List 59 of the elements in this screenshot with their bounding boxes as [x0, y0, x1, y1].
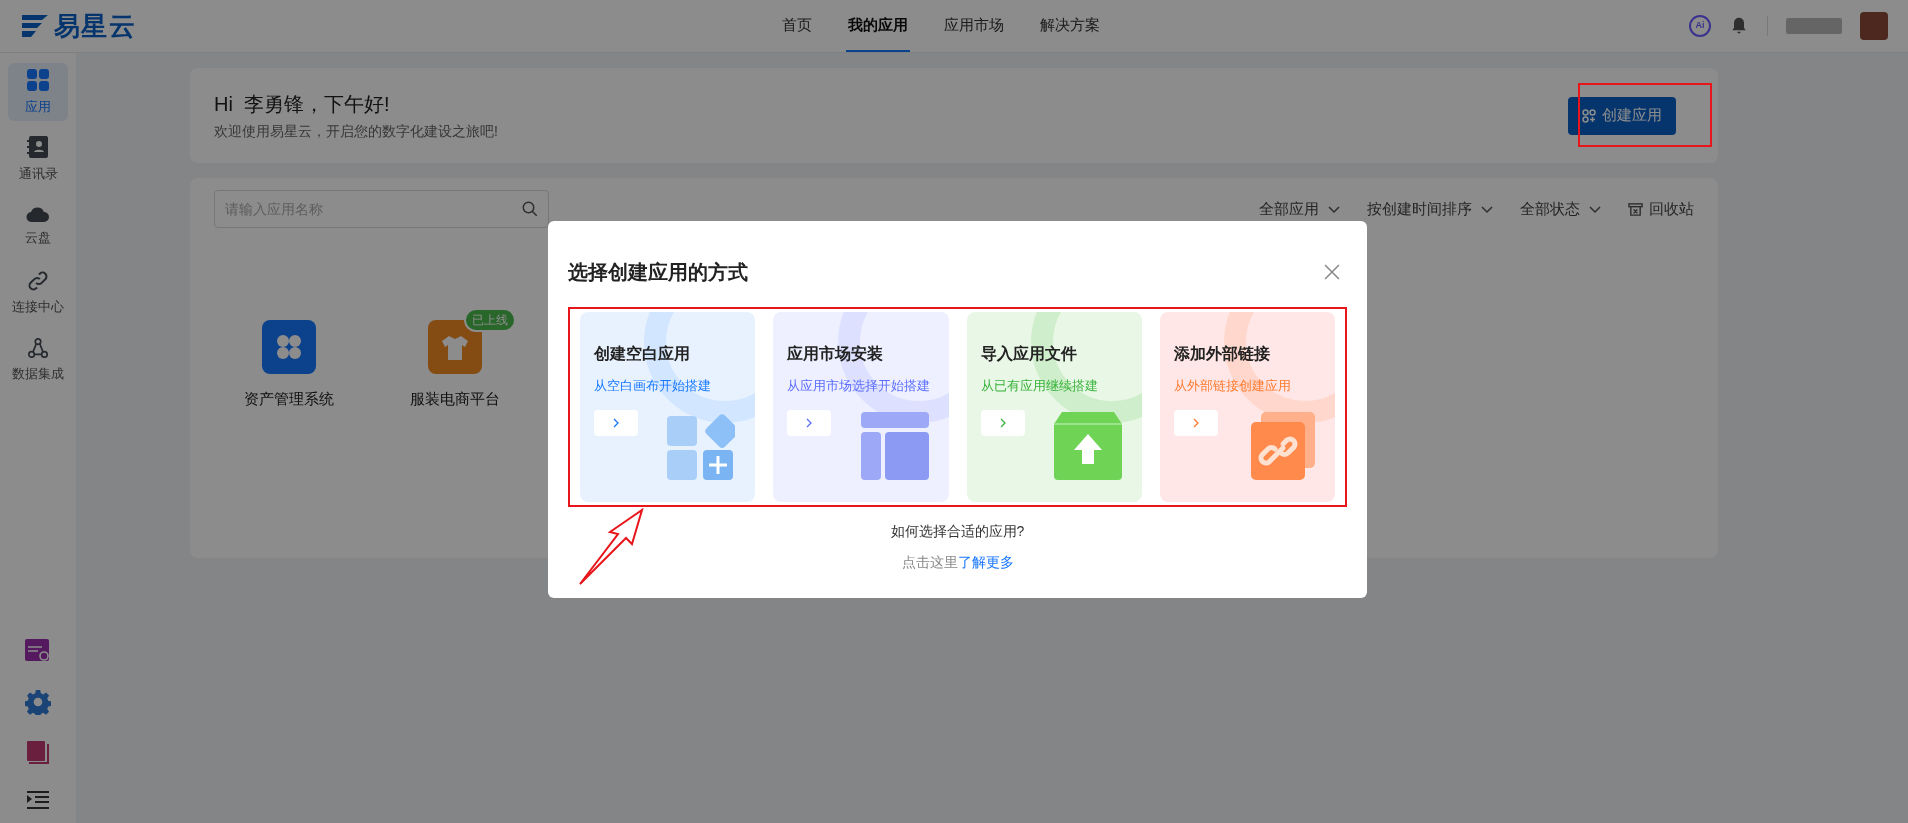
filter-dropdown[interactable]: 全部状态: [1520, 197, 1602, 221]
grid-icon: [26, 67, 50, 92]
redacted-name: [1786, 18, 1842, 34]
nodes-icon: [27, 336, 49, 359]
recycle-bin-button[interactable]: 回收站: [1628, 197, 1694, 221]
ai-button[interactable]: Ai: [1689, 15, 1711, 37]
layout-icon: [860, 411, 929, 480]
option-card[interactable]: 创建空白应用 从空白画布开始搭建: [580, 312, 756, 502]
nav-tab[interactable]: 解决方案: [1038, 0, 1102, 52]
upload-box-icon: [1053, 411, 1122, 480]
option-title: 导入应用文件: [980, 344, 1078, 364]
sidebar-item[interactable]: 数据集成: [8, 331, 68, 389]
app-name: 服装电商平台: [410, 389, 500, 409]
welcome-text: 欢迎使用易星云，开启您的数字化建设之旅吧!: [214, 122, 498, 141]
chevron-right-icon: [611, 416, 621, 429]
book-icon[interactable]: [27, 741, 49, 765]
learn-more-link[interactable]: 了解更多: [957, 554, 1014, 570]
clover-app-icon: [262, 320, 316, 374]
create-app-button[interactable]: 创建应用: [1568, 96, 1676, 135]
link-icon: [27, 269, 49, 292]
logo-icon: [20, 13, 50, 39]
option-title: 应用市场安装: [787, 344, 885, 364]
option-subtitle: 从应用市场选择开始搭建: [787, 377, 932, 395]
greeting-title: Hi 李勇锋，下午好!: [214, 92, 391, 117]
option-card[interactable]: 导入应用文件 从已有应用继续搭建: [966, 312, 1142, 502]
app-name: 资产管理系统: [244, 389, 334, 409]
sidebar-item[interactable]: 连接中心: [8, 264, 68, 322]
help-question: 如何选择合适的应用?: [890, 522, 1025, 541]
trash-icon: [1628, 201, 1643, 217]
app-tile[interactable]: 已上线 服装电商平台: [390, 308, 520, 411]
help-hint: 点击这里了解更多: [901, 553, 1014, 572]
option-subtitle: 从空白画布开始搭建: [594, 377, 712, 395]
contact-book-icon: [27, 134, 49, 159]
sidebar-item[interactable]: 应用: [8, 63, 68, 121]
settings-icon[interactable]: [25, 689, 51, 715]
link-card-icon: [1251, 411, 1315, 480]
blocks-plus-icon: [667, 411, 736, 480]
option-card[interactable]: 应用市场安装 从应用市场选择开始搭建: [773, 312, 949, 502]
status-badge: 已上线: [464, 308, 516, 332]
option-title: 添加外部链接: [1173, 344, 1271, 364]
close-icon[interactable]: [1323, 263, 1341, 281]
dialog-title: 选择创建应用的方式: [568, 260, 748, 285]
sidebar-item[interactable]: 通讯录: [8, 130, 68, 188]
apps-plus-icon: [1582, 108, 1596, 123]
nav-tab[interactable]: 应用市场: [942, 0, 1006, 52]
indent-icon[interactable]: [27, 791, 49, 809]
search-icon[interactable]: [521, 200, 539, 218]
nav-tab[interactable]: 首页: [780, 0, 814, 52]
app-tile[interactable]: 资产管理系统: [224, 308, 354, 411]
window-settings-icon[interactable]: [25, 639, 51, 663]
option-subtitle: 从外部链接创建应用: [1173, 377, 1292, 395]
logo-text: 易星云: [54, 9, 136, 43]
filter-dropdown[interactable]: 全部应用: [1259, 197, 1341, 221]
option-subtitle: 从已有应用继续搭建: [980, 377, 1099, 395]
sidebar-item[interactable]: 云盘: [8, 197, 68, 255]
option-title: 创建空白应用: [594, 344, 691, 364]
filter-dropdown[interactable]: 按创建时间排序: [1367, 197, 1494, 221]
nav-tab[interactable]: 我的应用: [846, 0, 910, 52]
option-card[interactable]: 添加外部链接 从外部链接创建应用: [1159, 312, 1335, 502]
